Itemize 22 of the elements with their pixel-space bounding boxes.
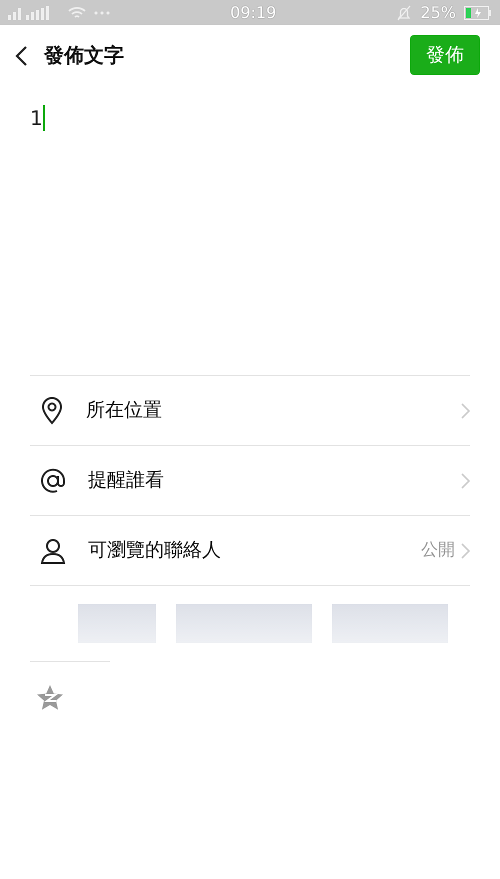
- chevron-right-icon: [461, 542, 470, 558]
- option-row[interactable]: 提醒誰看: [30, 446, 470, 516]
- battery-icon: [464, 6, 492, 20]
- wifi-icon: [68, 6, 86, 20]
- text-input[interactable]: 1: [30, 103, 43, 133]
- qzone-star-icon[interactable]: [36, 684, 64, 712]
- option-label: 提醒誰看: [88, 468, 165, 494]
- chevron-right-icon: [461, 472, 470, 488]
- option-row[interactable]: 所在位置: [30, 376, 470, 446]
- option-label: 所在位置: [86, 398, 163, 424]
- at-sign-icon: [40, 468, 66, 494]
- option-label: 可瀏覽的聯絡人: [88, 538, 222, 564]
- back-icon[interactable]: [14, 43, 28, 67]
- page-title: 發佈文字: [44, 42, 124, 69]
- chevron-right-icon: [461, 402, 470, 418]
- person-icon: [40, 538, 66, 564]
- location-pin-icon: [40, 396, 64, 424]
- option-value: 公開: [421, 538, 455, 562]
- text-cursor: [42, 105, 45, 131]
- more-icon: [94, 10, 110, 14]
- option-row[interactable]: 可瀏覽的聯絡人 公開: [30, 516, 470, 586]
- muted-bell-icon: [396, 4, 412, 20]
